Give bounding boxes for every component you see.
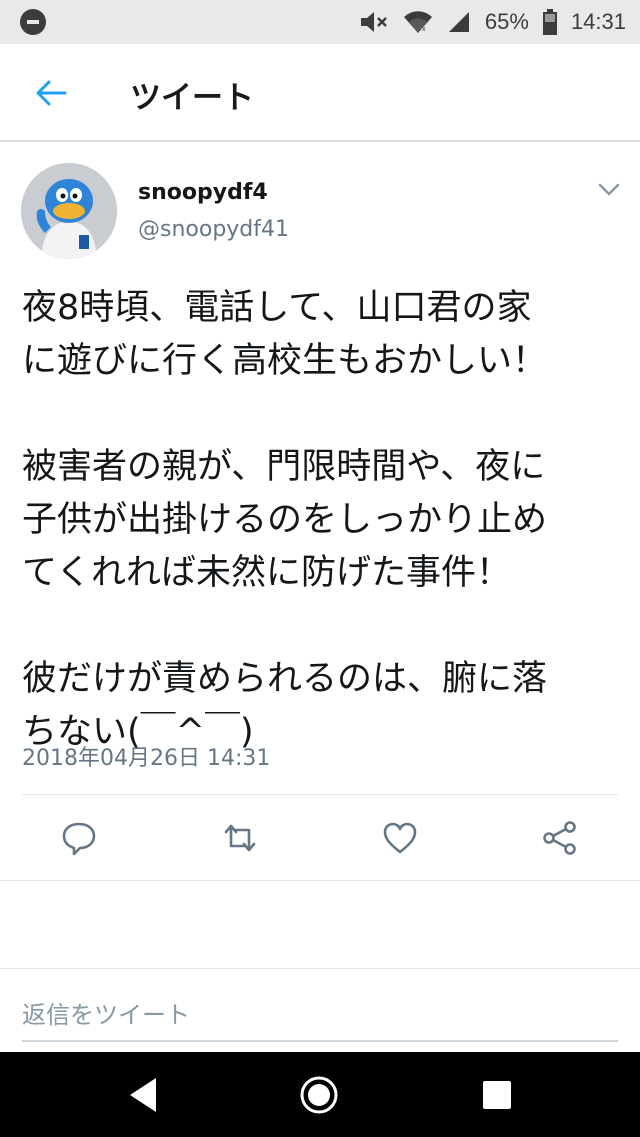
reply-icon xyxy=(62,822,96,856)
status-bar: x 65% 14:31 xyxy=(0,0,640,44)
status-icons: x 65% 14:31 xyxy=(359,0,626,44)
signal-icon xyxy=(448,12,469,32)
like-button[interactable] xyxy=(380,818,420,858)
nav-home-icon[interactable] xyxy=(298,1074,340,1116)
svg-text:x: x xyxy=(422,26,426,33)
clock: 14:31 xyxy=(570,9,626,34)
nav-recents-icon[interactable] xyxy=(476,1074,518,1116)
like-icon xyxy=(383,822,417,854)
minus-circle-icon xyxy=(20,9,46,35)
battery-icon xyxy=(542,9,557,35)
share-button[interactable] xyxy=(540,818,580,858)
app-header: ツイート xyxy=(0,44,640,142)
retweet-icon xyxy=(224,824,256,852)
tweet-timestamp: 2018年04月26日 14:31 xyxy=(22,746,271,771)
wifi-icon: x xyxy=(403,11,432,34)
avatar[interactable] xyxy=(21,163,117,259)
divider xyxy=(0,968,640,969)
page-title: ツイート xyxy=(130,80,254,116)
back-arrow-icon[interactable] xyxy=(34,76,68,110)
reply-input-underline xyxy=(22,1040,618,1042)
nav-back-icon[interactable] xyxy=(124,1074,166,1116)
share-icon xyxy=(543,821,576,855)
divider xyxy=(22,794,618,795)
reply-button[interactable] xyxy=(59,818,99,858)
divider xyxy=(0,880,640,881)
mute-icon xyxy=(360,12,387,32)
tweet-text: 夜8時頃、電話して、山口君の家 に遊びに行く高校生もおかしい！ 被害者の親が、門… xyxy=(22,288,548,752)
reply-input[interactable]: 返信をツイート xyxy=(22,995,190,1030)
tweet-handle[interactable]: @snoopydf41 xyxy=(138,217,289,242)
retweet-button[interactable] xyxy=(220,818,260,858)
tweet-username[interactable]: snoopydf4 xyxy=(138,180,268,205)
mascot-avatar-icon xyxy=(21,163,117,259)
navigation-bar xyxy=(0,1052,640,1137)
battery-percentage: 65% xyxy=(484,9,529,34)
chevron-down-icon[interactable] xyxy=(598,183,620,197)
